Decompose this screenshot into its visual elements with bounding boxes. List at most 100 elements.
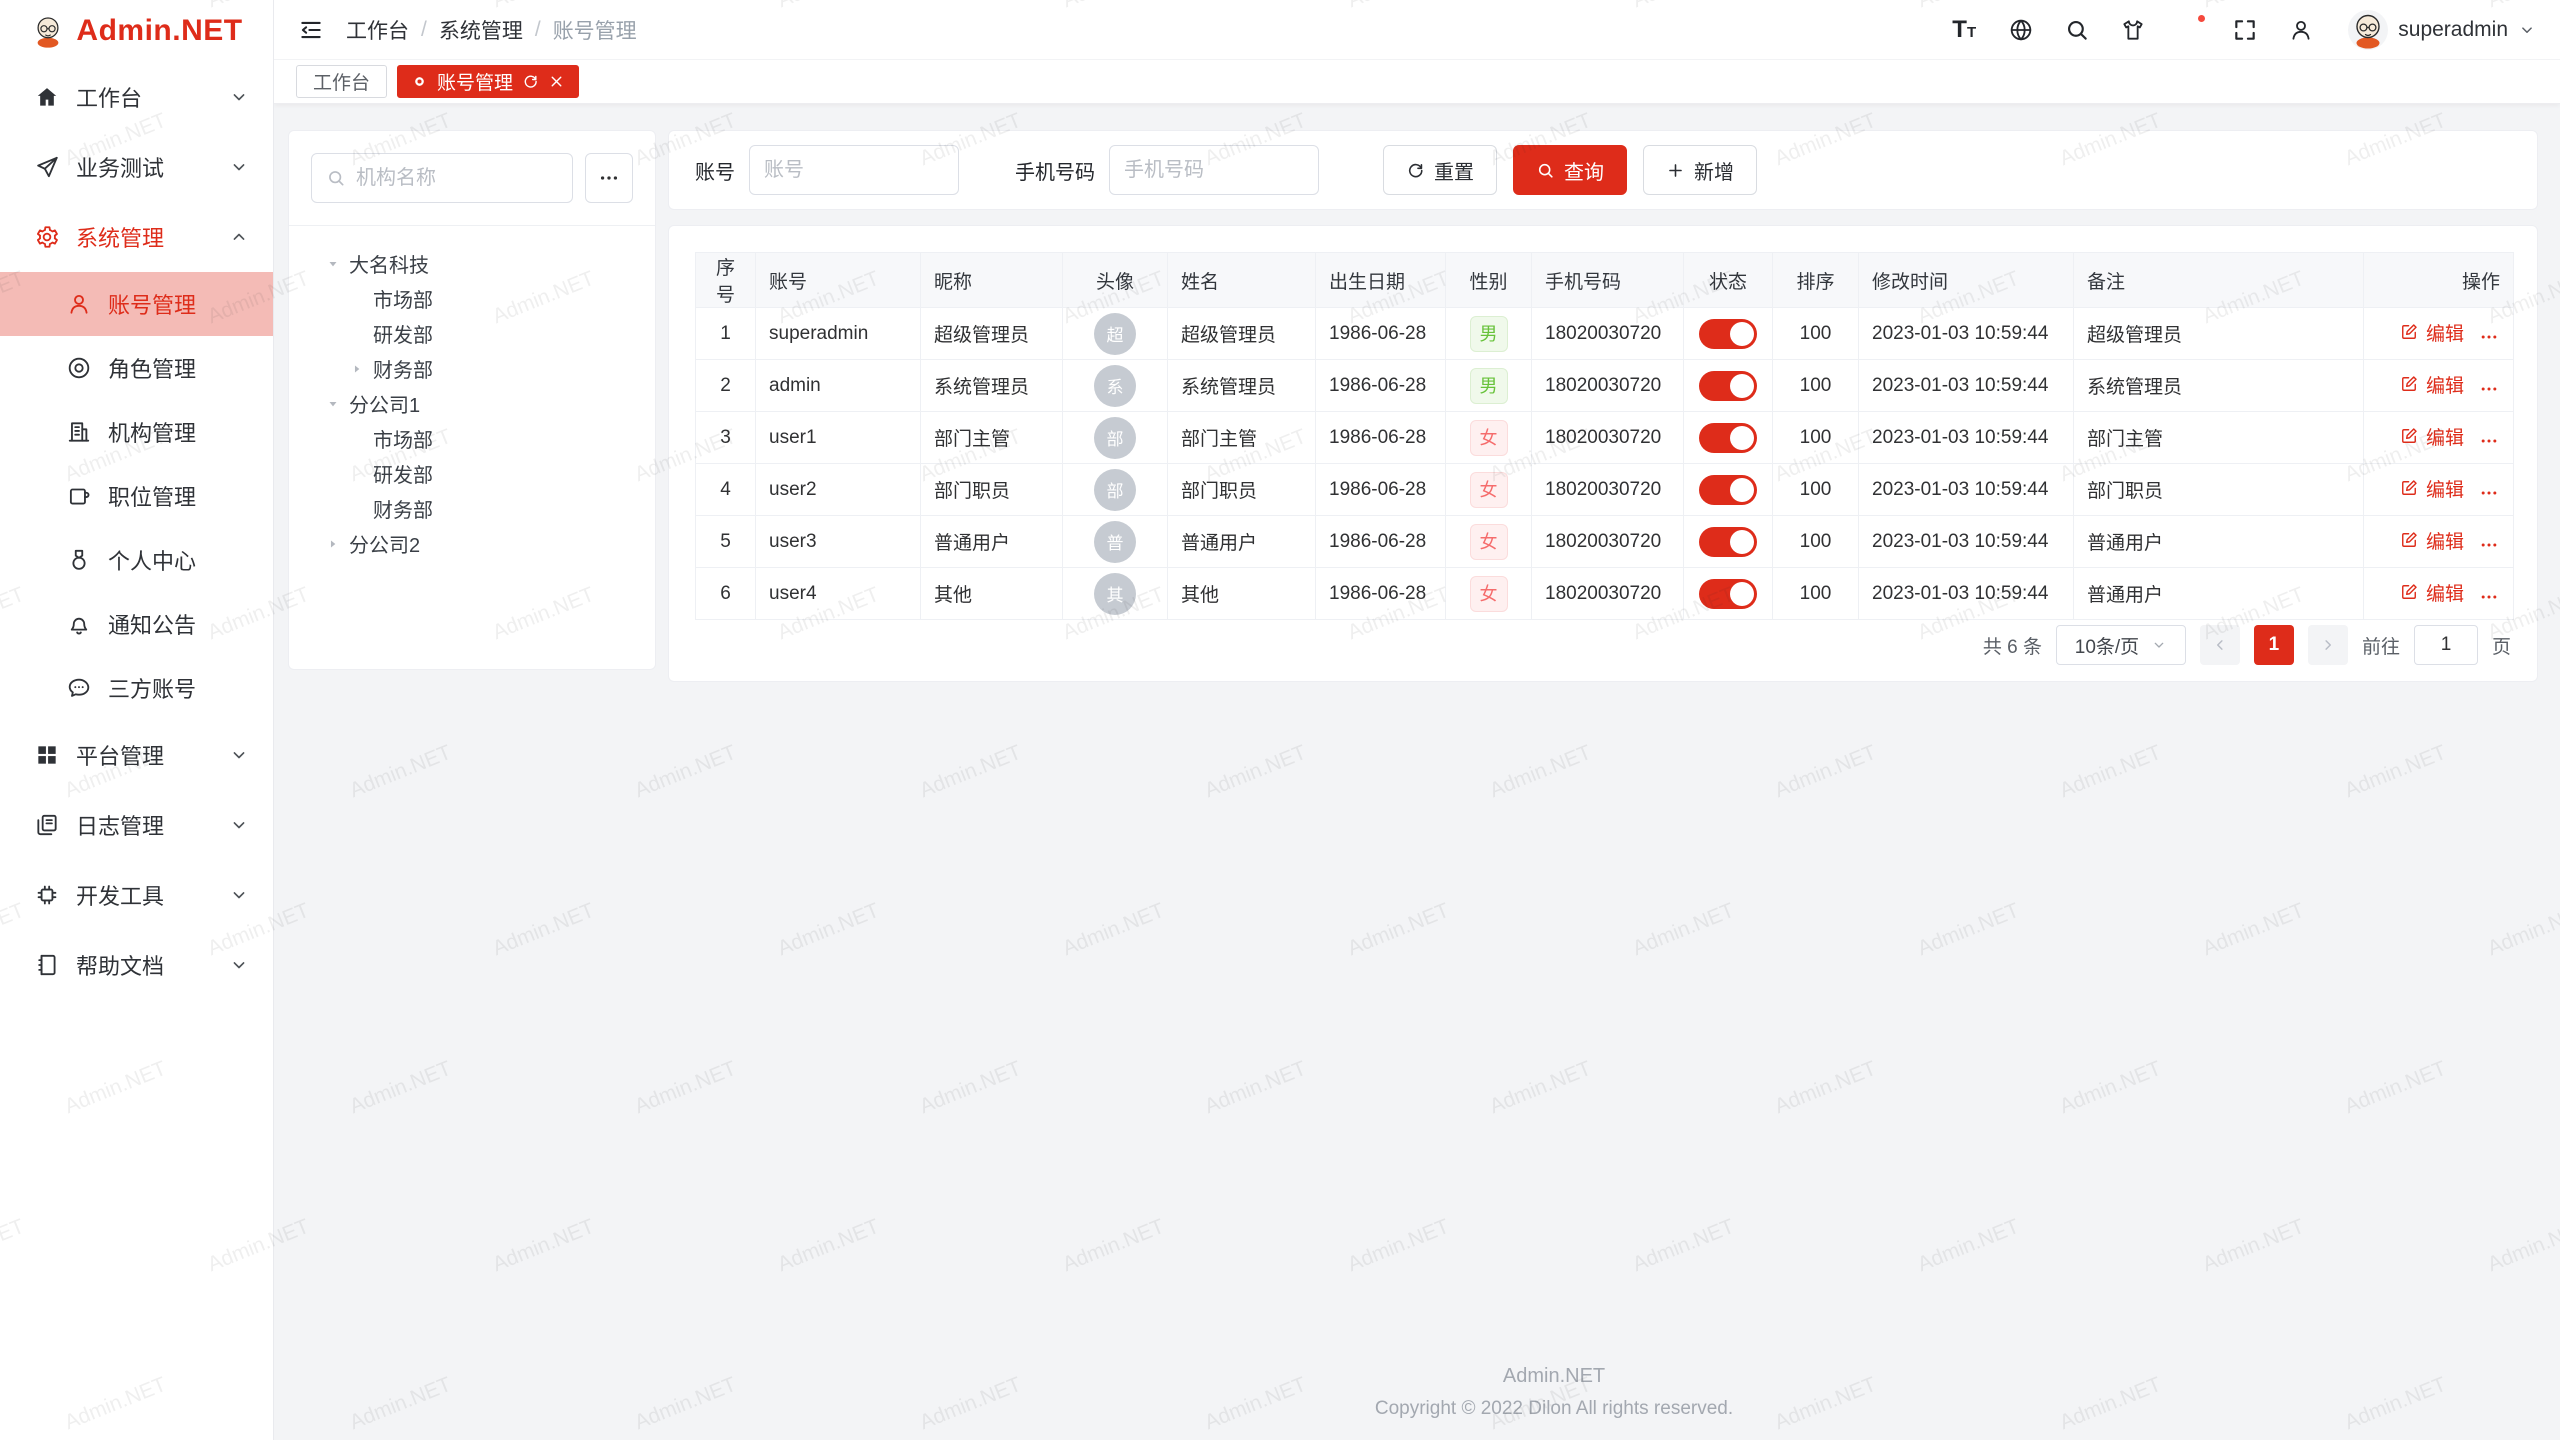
goto-page-input[interactable]: [2415, 634, 2477, 656]
sidebar-item[interactable]: 开发工具: [0, 860, 273, 930]
edit-button[interactable]: 编辑: [2399, 371, 2464, 398]
tab-item[interactable]: 工作台: [296, 65, 387, 98]
cell-index: 6: [696, 568, 756, 620]
sidebar: Admin.NET 工作台业务测试系统管理账号管理角色管理机构管理职位管理个人中…: [0, 0, 274, 1440]
sidebar-item[interactable]: 三方账号: [0, 656, 273, 720]
org-search-input[interactable]: [356, 167, 558, 190]
tree-node[interactable]: 分公司2: [311, 526, 633, 561]
row-more-button[interactable]: [2478, 535, 2500, 555]
status-toggle[interactable]: [1699, 371, 1757, 401]
status-toggle[interactable]: [1699, 579, 1757, 609]
cell-name: 系统管理员: [1168, 360, 1316, 412]
caret-down-icon[interactable]: [323, 256, 343, 272]
breadcrumb-item[interactable]: 工作台: [346, 15, 409, 45]
sidebar-item[interactable]: 系统管理: [0, 202, 273, 272]
notification-bell-icon[interactable]: [2176, 17, 2202, 43]
tree-node[interactable]: 分公司1: [311, 386, 633, 421]
font-size-icon[interactable]: TT: [1952, 17, 1978, 43]
tree-node[interactable]: 研发部: [311, 456, 633, 491]
tree-node[interactable]: 大名科技: [311, 246, 633, 281]
theme-icon[interactable]: [2120, 17, 2146, 43]
prev-page-button[interactable]: [2200, 625, 2240, 665]
status-toggle[interactable]: [1699, 423, 1757, 453]
pagination: 共 6 条 10条/页 1 前往 页: [1983, 625, 2511, 665]
gender-badge: 女: [1470, 420, 1508, 456]
sidebar-item[interactable]: 日志管理: [0, 790, 273, 860]
search-icon: [326, 168, 346, 188]
cell-order: 100: [1773, 360, 1859, 412]
sidebar-item[interactable]: 工作台: [0, 62, 273, 132]
person-icon[interactable]: [2288, 17, 2314, 43]
status-toggle[interactable]: [1699, 527, 1757, 557]
cell-index: 1: [696, 308, 756, 360]
plus-icon: [1666, 161, 1685, 180]
topbar-actions: TT superadmin: [1952, 10, 2536, 50]
search-icon[interactable]: [2064, 17, 2090, 43]
sidebar-item[interactable]: 帮助文档: [0, 930, 273, 1000]
sidebar-item[interactable]: 职位管理: [0, 464, 273, 528]
row-more-button[interactable]: [2478, 587, 2500, 607]
tree-node[interactable]: 市场部: [311, 421, 633, 456]
status-toggle[interactable]: [1699, 475, 1757, 505]
cell-account: admin: [756, 360, 921, 412]
edit-button[interactable]: 编辑: [2399, 319, 2464, 346]
edit-button[interactable]: 编辑: [2399, 423, 2464, 450]
sidebar-item[interactable]: 机构管理: [0, 400, 273, 464]
status-toggle[interactable]: [1699, 319, 1757, 349]
edit-button[interactable]: 编辑: [2399, 475, 2464, 502]
account-input[interactable]: [749, 145, 959, 195]
edit-button[interactable]: 编辑: [2399, 579, 2464, 606]
tree-node[interactable]: 研发部: [311, 316, 633, 351]
breadcrumb-item[interactable]: 系统管理: [439, 15, 523, 45]
notification-badge: [2196, 13, 2207, 24]
close-icon[interactable]: [548, 73, 565, 90]
add-button[interactable]: 新增: [1643, 145, 1757, 195]
sidebar-item[interactable]: 角色管理: [0, 336, 273, 400]
current-page-button[interactable]: 1: [2254, 625, 2294, 665]
tree-node[interactable]: 财务部: [311, 351, 633, 386]
column-header: 昵称: [921, 253, 1063, 308]
row-more-button[interactable]: [2478, 431, 2500, 451]
tree-node[interactable]: 市场部: [311, 281, 633, 316]
caret-right-icon[interactable]: [323, 536, 343, 552]
fullscreen-icon[interactable]: [2232, 17, 2258, 43]
sidebar-item[interactable]: 业务测试: [0, 132, 273, 202]
row-more-button[interactable]: [2478, 379, 2500, 399]
edit-button[interactable]: 编辑: [2399, 527, 2464, 554]
ellipsis-icon: [2478, 535, 2500, 555]
divider: [289, 225, 655, 226]
cell-phone: 18020030720: [1532, 568, 1684, 620]
sidebar-item[interactable]: 账号管理: [0, 272, 273, 336]
gender-badge: 女: [1470, 472, 1508, 508]
page-size-select[interactable]: 10条/页: [2056, 625, 2186, 665]
edit-icon: [2399, 530, 2419, 550]
cell-nickname: 部门主管: [921, 412, 1063, 464]
user-menu[interactable]: superadmin: [2348, 10, 2536, 50]
sidebar-item-label: 业务测试: [76, 151, 164, 183]
row-more-button[interactable]: [2478, 327, 2500, 347]
tree-node-label: 研发部: [373, 459, 433, 488]
reset-button[interactable]: 重置: [1383, 145, 1497, 195]
sidebar-item[interactable]: 个人中心: [0, 528, 273, 592]
sidebar-item[interactable]: 平台管理: [0, 720, 273, 790]
chip-icon: [34, 882, 60, 908]
tab-active[interactable]: 账号管理: [397, 65, 579, 98]
app-logo-text: Admin.NET: [76, 14, 242, 48]
sidebar-item-label: 个人中心: [108, 544, 196, 576]
sidebar-item[interactable]: 通知公告: [0, 592, 273, 656]
pagination-total: 共 6 条: [1983, 632, 2042, 659]
org-icon: [66, 419, 92, 445]
next-page-button[interactable]: [2308, 625, 2348, 665]
refresh-icon[interactable]: [522, 73, 539, 90]
search-button[interactable]: 查询: [1513, 145, 1627, 195]
caret-right-icon[interactable]: [347, 361, 367, 377]
collapse-sidebar-icon[interactable]: [298, 17, 324, 43]
sidebar-item-label: 账号管理: [108, 288, 196, 320]
caret-down-icon[interactable]: [323, 396, 343, 412]
row-more-button[interactable]: [2478, 483, 2500, 503]
phone-input[interactable]: [1109, 145, 1319, 195]
cell-account: user4: [756, 568, 921, 620]
tree-node[interactable]: 财务部: [311, 491, 633, 526]
tree-more-button[interactable]: [585, 153, 633, 203]
language-icon[interactable]: [2008, 17, 2034, 43]
